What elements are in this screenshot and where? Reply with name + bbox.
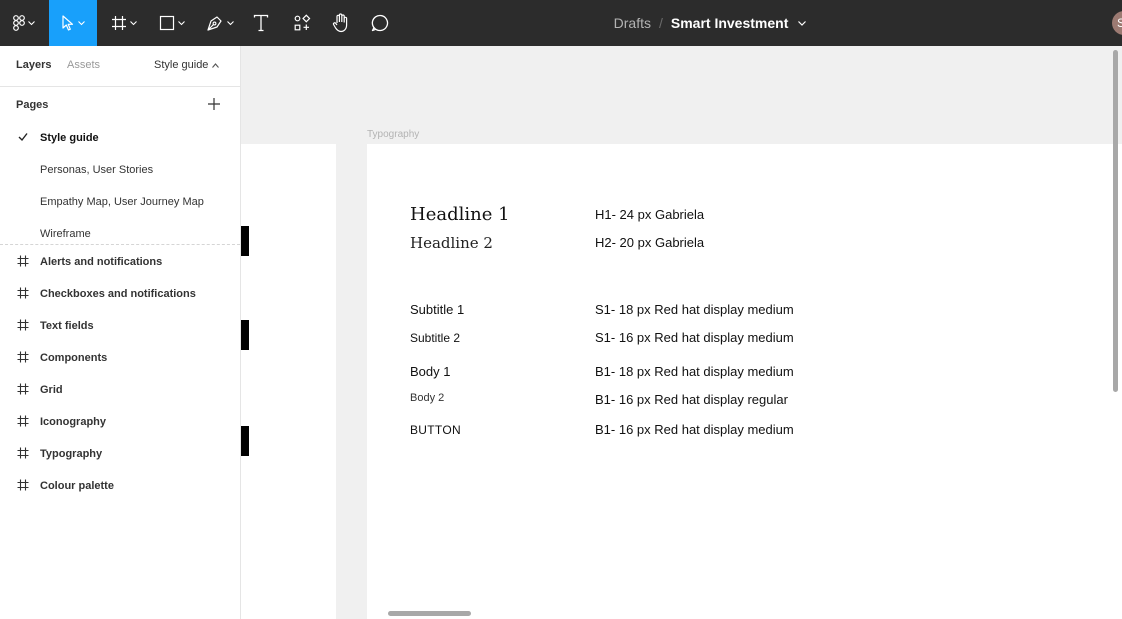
page-switcher-label: Style guide [154,59,209,71]
page-item-label: Empathy Map, User Journey Map [40,196,204,208]
layer-frame-colour-palette[interactable]: Colour palette [0,470,240,502]
move-icon [62,15,74,31]
frame-icon [17,479,29,491]
layer-label: Checkboxes and notifications [40,288,196,300]
text-icon [253,14,269,32]
comment-tool-button[interactable] [366,0,394,46]
resources-icon [294,14,311,31]
type-sample-name: Subtitle 1 [410,302,465,317]
layer-frame-text-fields[interactable]: Text fields [0,310,240,342]
vertical-scrollbar[interactable] [1113,50,1118,392]
frame-icon [17,351,29,363]
layer-label: Typography [40,448,103,460]
breadcrumb-drafts[interactable]: Drafts [614,15,651,31]
type-sample-name: Headline 1 [410,204,510,225]
page-item-label: Style guide [40,132,99,144]
layer-frame-alerts[interactable]: Alerts and notifications [0,246,240,278]
figma-logo-icon [13,15,25,31]
frame-icon [17,383,29,395]
type-sample-name: BUTTON [410,423,461,437]
type-sample-spec: B1- 16 px Red hat display medium [595,422,794,437]
frame-icon [17,447,29,459]
layer-label: Alerts and notifications [40,256,163,268]
type-sample-spec: S1- 16 px Red hat display medium [595,330,794,345]
layer-frame-iconography[interactable]: Iconography [0,406,240,438]
pages-heading: Pages [16,99,49,111]
tab-layers[interactable]: Layers [16,59,51,71]
main-menu-button[interactable] [0,0,48,46]
panel-tabs: Layers Assets Style guide [0,46,240,87]
layer-label: Components [40,352,108,364]
chevron-down-icon [78,20,85,25]
frame-title-typography[interactable]: Typography [367,129,419,140]
pen-tool-button[interactable] [200,0,240,46]
frame-icon [17,319,29,331]
page-item-style-guide[interactable]: Style guide [0,122,240,154]
move-tool-button[interactable] [49,0,97,46]
comment-icon [371,14,389,32]
frame-content-bar [241,320,249,350]
type-sample-spec: S1- 18 px Red hat display medium [595,302,794,317]
type-sample-spec: B1- 18 px Red hat display medium [595,364,794,379]
frame-icon [112,16,126,30]
type-sample-spec: H2- 20 px Gabriela [595,235,705,250]
shape-icon [159,15,175,31]
layer-frame-components[interactable]: Components [0,342,240,374]
chevron-up-icon [212,63,220,68]
chevron-down-icon [28,20,35,25]
canvas[interactable]: Typography Headline 1 H1- 24 px Gabriela… [241,46,1122,619]
type-sample-spec: H1- 24 px Gabriela [595,207,705,222]
type-sample-name: Body 2 [410,392,445,404]
avatar[interactable]: S [1112,11,1122,35]
chevron-down-icon [178,20,185,25]
add-page-icon[interactable] [207,97,221,111]
chevron-down-icon [227,20,234,25]
page-switcher[interactable]: Style guide [154,59,220,71]
chevron-down-icon [130,20,137,25]
pages-divider[interactable] [0,244,240,245]
chevron-down-icon[interactable] [798,20,807,26]
page-item-empathy-map[interactable]: Empathy Map, User Journey Map [0,186,240,218]
page-item-personas[interactable]: Personas, User Stories [0,154,240,186]
layer-frame-checkboxes[interactable]: Checkboxes and notifications [0,278,240,310]
text-tool-button[interactable] [248,0,274,46]
hand-icon [332,13,348,33]
layer-label: Colour palette [40,480,114,492]
type-sample-name: Headline 2 [410,234,493,252]
layers-panel: Layers Assets Style guide Pages Style gu… [0,46,241,619]
type-sample-spec: B1- 16 px Red hat display regular [595,392,788,407]
check-icon [18,133,28,142]
frame-icon [17,287,29,299]
page-item-label: Personas, User Stories [40,164,154,176]
frame-icon [17,415,29,427]
page-item-label: Wireframe [40,228,91,240]
layer-frame-typography[interactable]: Typography [0,438,240,470]
breadcrumb-separator: / [658,15,663,31]
type-sample-name: Subtitle 2 [410,331,461,345]
file-name[interactable]: Smart Investment [671,15,788,31]
adjacent-frame[interactable] [241,144,336,619]
file-title: Drafts / Smart Investment [560,0,860,46]
shape-tool-button[interactable] [154,0,190,46]
tab-assets[interactable]: Assets [67,59,100,71]
frame-content-bar [241,426,249,456]
type-sample-name: Body 1 [410,364,451,379]
frame-icon [17,255,29,267]
resources-tool-button[interactable] [288,0,316,46]
toolbar: Drafts / Smart Investment S [0,0,1122,46]
frame-tool-button[interactable] [106,0,142,46]
frame-content-bar [241,226,249,256]
typography-frame[interactable]: Headline 1 H1- 24 px Gabriela Headline 2… [367,144,1122,619]
horizontal-scrollbar[interactable] [388,611,471,616]
layer-label: Grid [40,384,63,396]
layer-frame-grid[interactable]: Grid [0,374,240,406]
layer-label: Text fields [40,320,94,332]
hand-tool-button[interactable] [326,0,356,46]
layer-label: Iconography [40,416,107,428]
pen-icon [207,16,222,31]
